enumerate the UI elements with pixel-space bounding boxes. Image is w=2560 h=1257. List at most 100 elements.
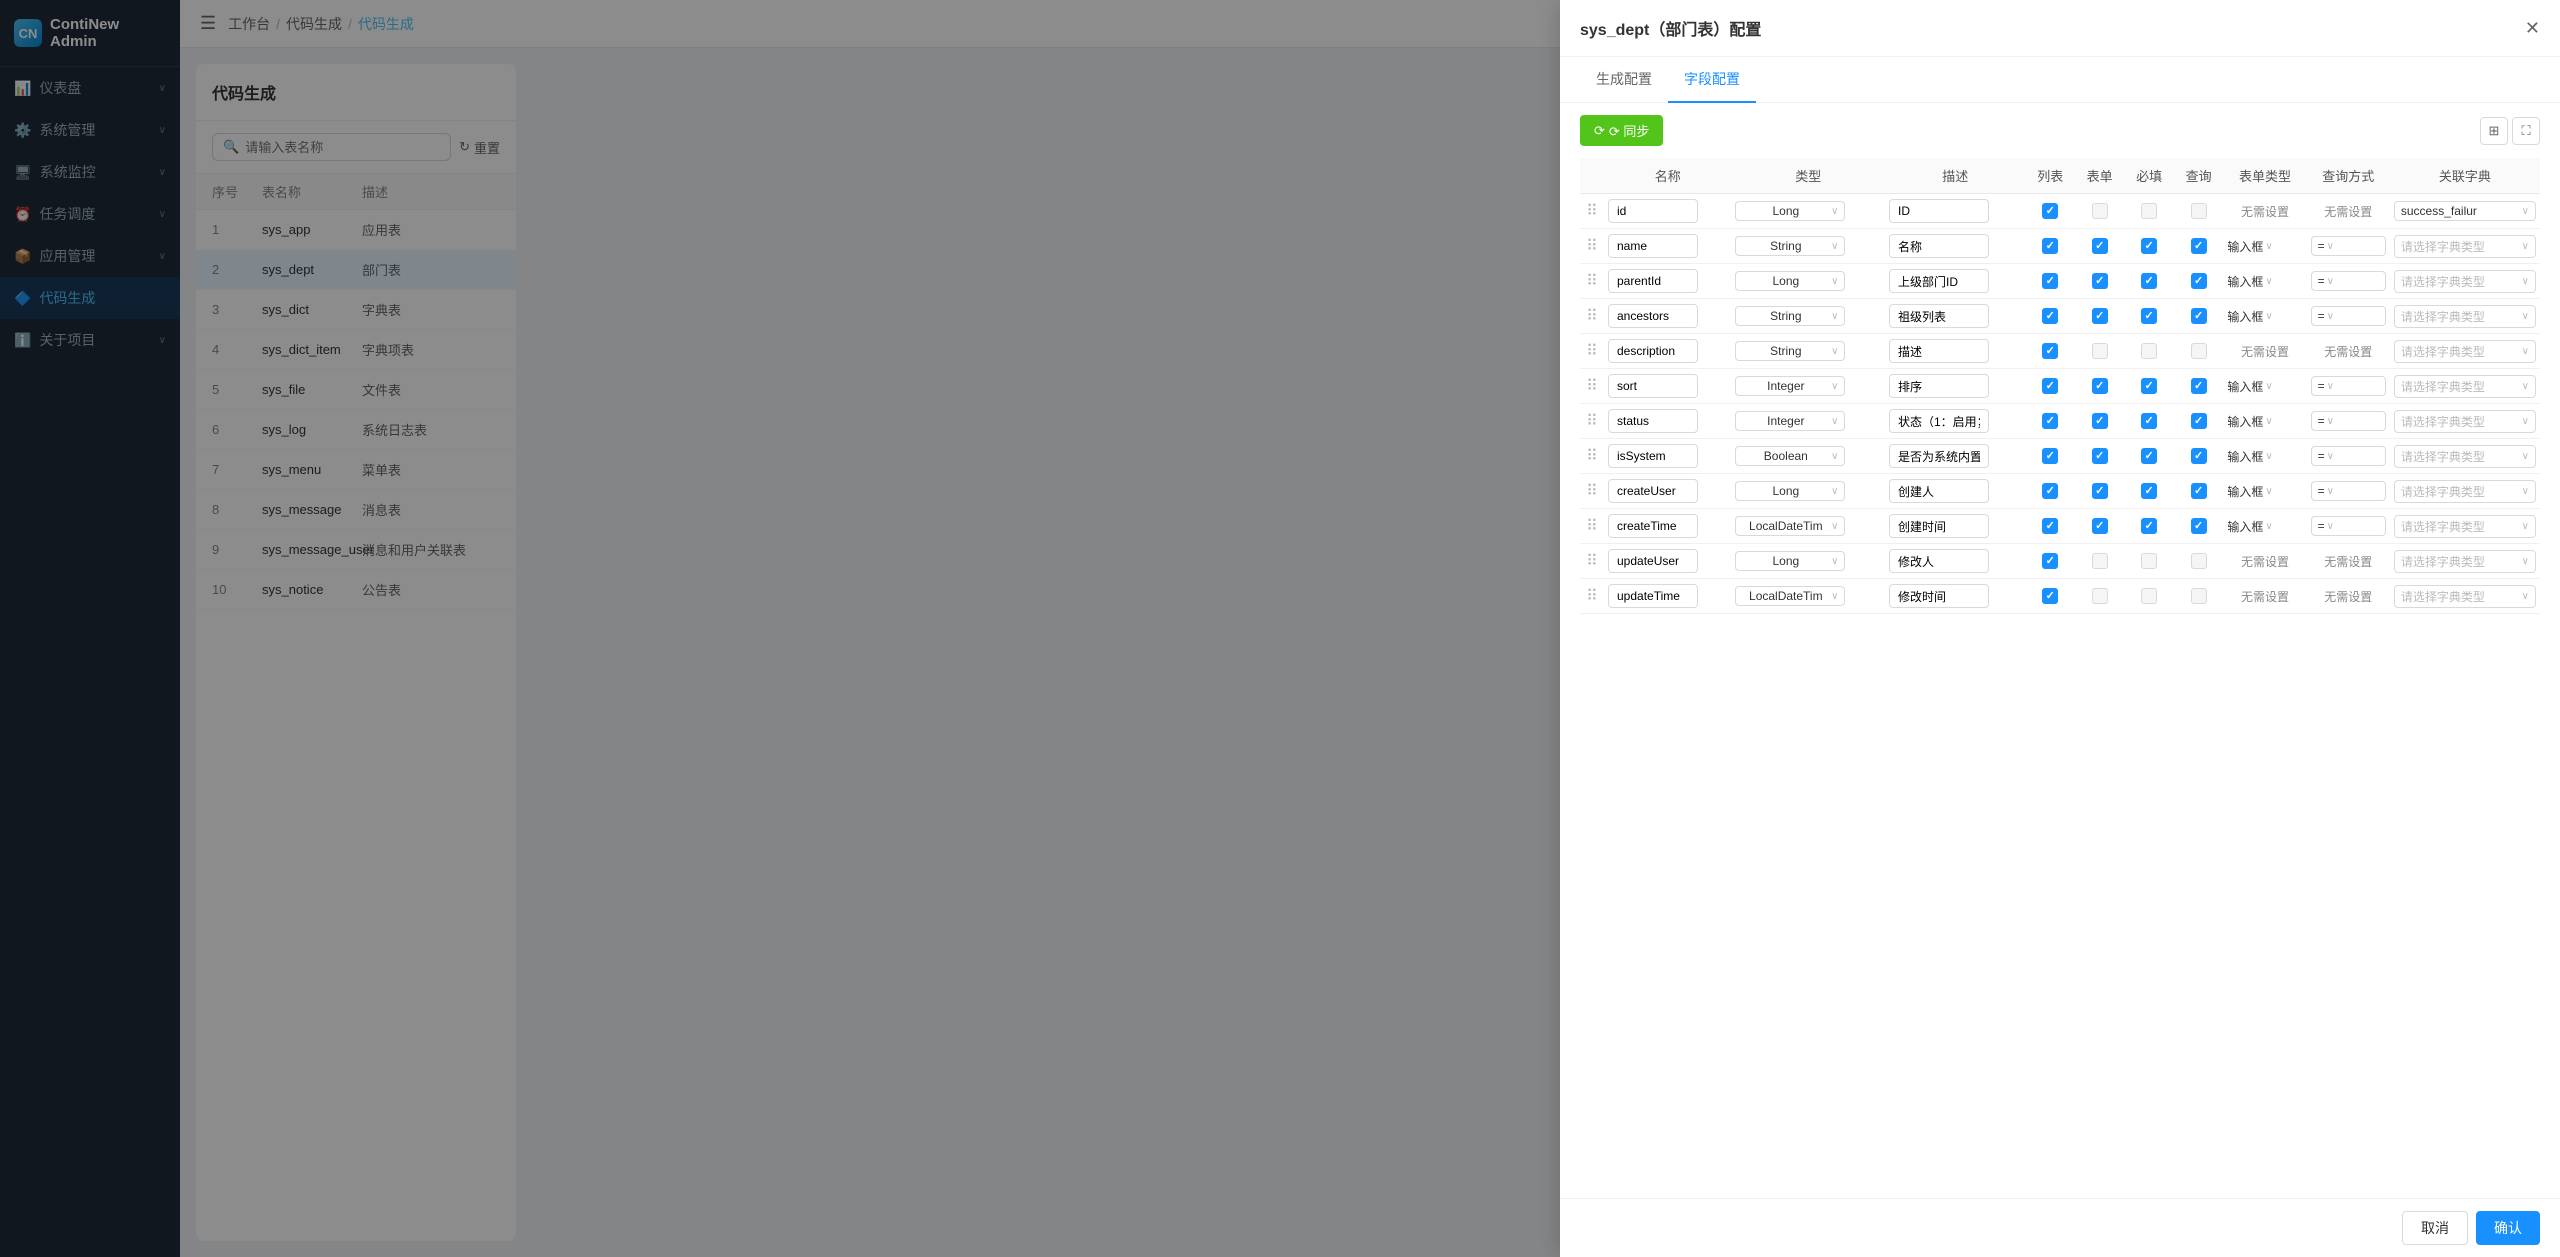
- field-name-input[interactable]: [1608, 199, 1698, 223]
- list-checkbox[interactable]: [2042, 588, 2058, 604]
- dict-link-select[interactable]: 请选择字典类型 ∨: [2394, 305, 2536, 328]
- field-name-input[interactable]: [1608, 339, 1698, 363]
- list-checkbox[interactable]: [2042, 553, 2058, 569]
- drag-handle[interactable]: ⠿: [1580, 264, 1604, 299]
- type-select[interactable]: String ∨: [1735, 236, 1845, 256]
- field-desc-input[interactable]: [1889, 514, 1989, 538]
- field-desc-input[interactable]: [1889, 339, 1989, 363]
- query-method-select[interactable]: = ∨: [2311, 236, 2386, 256]
- type-select[interactable]: String ∨: [1735, 306, 1845, 326]
- dict-link-select[interactable]: 请选择字典类型 ∨: [2394, 515, 2536, 538]
- type-select[interactable]: String ∨: [1735, 341, 1845, 361]
- dict-link-select[interactable]: 请选择字典类型 ∨: [2394, 550, 2536, 573]
- field-desc-input[interactable]: [1889, 199, 1989, 223]
- field-desc-input[interactable]: [1889, 409, 1989, 433]
- dict-link-select[interactable]: 请选择字典类型 ∨: [2394, 445, 2536, 468]
- required-checkbox[interactable]: [2141, 238, 2157, 254]
- drag-handle[interactable]: ⠿: [1580, 439, 1604, 474]
- sync-button[interactable]: ⟳ ⟳ 同步: [1580, 115, 1663, 146]
- query-checkbox[interactable]: [2191, 588, 2207, 604]
- query-method-select[interactable]: = ∨: [2311, 516, 2386, 536]
- form-checkbox[interactable]: [2092, 518, 2108, 534]
- list-checkbox[interactable]: [2042, 273, 2058, 289]
- confirm-button[interactable]: 确认: [2476, 1211, 2540, 1245]
- query-checkbox[interactable]: [2191, 273, 2207, 289]
- required-checkbox[interactable]: [2141, 273, 2157, 289]
- form-checkbox[interactable]: [2092, 378, 2108, 394]
- drag-handle[interactable]: ⠿: [1580, 369, 1604, 404]
- drag-handle[interactable]: ⠿: [1580, 579, 1604, 614]
- required-checkbox[interactable]: [2141, 203, 2157, 219]
- query-checkbox[interactable]: [2191, 413, 2207, 429]
- field-name-input[interactable]: [1608, 444, 1698, 468]
- form-checkbox[interactable]: [2092, 308, 2108, 324]
- field-name-input[interactable]: [1608, 479, 1698, 503]
- field-name-input[interactable]: [1608, 234, 1698, 258]
- dict-link-select[interactable]: 请选择字典类型 ∨: [2394, 235, 2536, 258]
- field-name-input[interactable]: [1608, 269, 1698, 293]
- form-checkbox[interactable]: [2092, 238, 2108, 254]
- required-checkbox[interactable]: [2141, 343, 2157, 359]
- query-checkbox[interactable]: [2191, 238, 2207, 254]
- type-select[interactable]: Integer ∨: [1735, 411, 1845, 431]
- query-checkbox[interactable]: [2191, 553, 2207, 569]
- query-method-select[interactable]: = ∨: [2311, 446, 2386, 466]
- tab-field-config[interactable]: 字段配置: [1668, 57, 1756, 103]
- field-name-input[interactable]: [1608, 584, 1698, 608]
- field-name-input[interactable]: [1608, 514, 1698, 538]
- type-select[interactable]: Long ∨: [1735, 271, 1845, 291]
- query-checkbox[interactable]: [2191, 203, 2207, 219]
- form-checkbox[interactable]: [2092, 448, 2108, 464]
- field-desc-input[interactable]: [1889, 479, 1989, 503]
- list-checkbox[interactable]: [2042, 378, 2058, 394]
- list-checkbox[interactable]: [2042, 203, 2058, 219]
- list-checkbox[interactable]: [2042, 483, 2058, 499]
- query-method-select[interactable]: = ∨: [2311, 376, 2386, 396]
- field-name-input[interactable]: [1608, 304, 1698, 328]
- drag-handle[interactable]: ⠿: [1580, 194, 1604, 229]
- type-select[interactable]: Long ∨: [1735, 481, 1845, 501]
- query-checkbox[interactable]: [2191, 483, 2207, 499]
- field-name-input[interactable]: [1608, 549, 1698, 573]
- required-checkbox[interactable]: [2141, 413, 2157, 429]
- list-checkbox[interactable]: [2042, 343, 2058, 359]
- list-checkbox[interactable]: [2042, 448, 2058, 464]
- list-checkbox[interactable]: [2042, 413, 2058, 429]
- list-checkbox[interactable]: [2042, 238, 2058, 254]
- dict-link-select[interactable]: success_failur ∨: [2394, 201, 2536, 221]
- form-checkbox[interactable]: [2092, 588, 2108, 604]
- form-checkbox[interactable]: [2092, 273, 2108, 289]
- field-desc-input[interactable]: [1889, 269, 1989, 293]
- field-name-input[interactable]: [1608, 409, 1698, 433]
- required-checkbox[interactable]: [2141, 378, 2157, 394]
- form-checkbox[interactable]: [2092, 413, 2108, 429]
- drag-handle[interactable]: ⠿: [1580, 474, 1604, 509]
- query-method-select[interactable]: = ∨: [2311, 481, 2386, 501]
- required-checkbox[interactable]: [2141, 448, 2157, 464]
- type-select[interactable]: LocalDateTim ∨: [1735, 516, 1845, 536]
- query-checkbox[interactable]: [2191, 378, 2207, 394]
- query-checkbox[interactable]: [2191, 308, 2207, 324]
- dict-link-select[interactable]: 请选择字典类型 ∨: [2394, 480, 2536, 503]
- close-button[interactable]: ✕: [2525, 19, 2540, 37]
- required-checkbox[interactable]: [2141, 308, 2157, 324]
- drag-handle[interactable]: ⠿: [1580, 509, 1604, 544]
- required-checkbox[interactable]: [2141, 553, 2157, 569]
- required-checkbox[interactable]: [2141, 518, 2157, 534]
- dict-link-select[interactable]: 请选择字典类型 ∨: [2394, 585, 2536, 608]
- column-settings-icon[interactable]: ⊞: [2480, 117, 2508, 145]
- type-select[interactable]: Long ∨: [1735, 201, 1845, 221]
- field-desc-input[interactable]: [1889, 374, 1989, 398]
- drag-handle[interactable]: ⠿: [1580, 334, 1604, 369]
- form-checkbox[interactable]: [2092, 553, 2108, 569]
- query-method-select[interactable]: = ∨: [2311, 271, 2386, 291]
- query-method-select[interactable]: = ∨: [2311, 306, 2386, 326]
- type-select[interactable]: Integer ∨: [1735, 376, 1845, 396]
- form-checkbox[interactable]: [2092, 483, 2108, 499]
- drag-handle[interactable]: ⠿: [1580, 544, 1604, 579]
- field-desc-input[interactable]: [1889, 584, 1989, 608]
- type-select[interactable]: LocalDateTim ∨: [1735, 586, 1845, 606]
- tab-gen-config[interactable]: 生成配置: [1580, 57, 1668, 103]
- cancel-button[interactable]: 取消: [2402, 1211, 2468, 1245]
- field-name-input[interactable]: [1608, 374, 1698, 398]
